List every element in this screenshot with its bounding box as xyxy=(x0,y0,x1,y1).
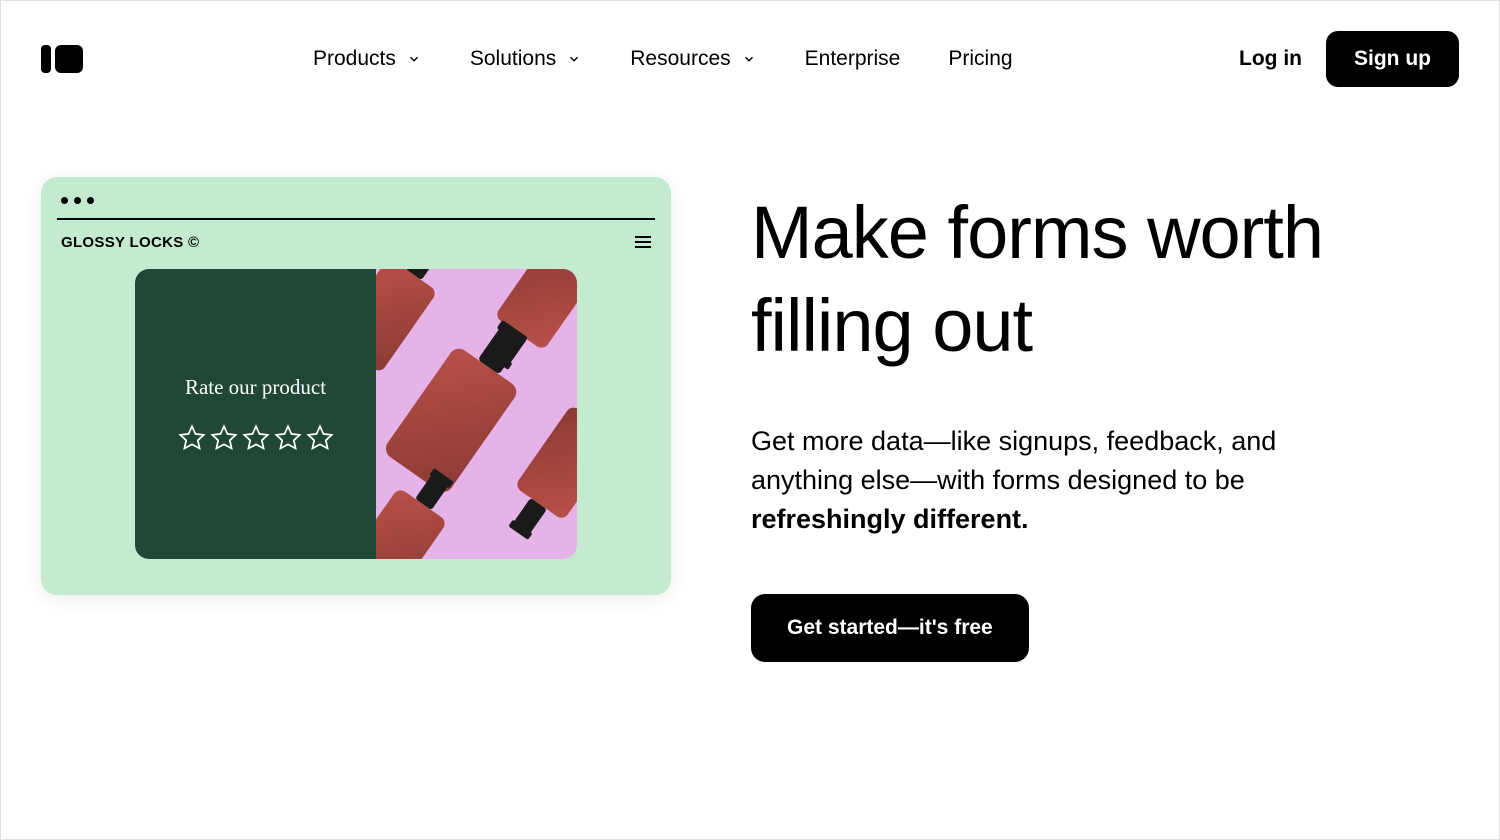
hero-subtitle-bold: refreshingly different. xyxy=(751,504,1029,534)
mockup-card: Rate our product xyxy=(135,269,577,559)
logo-square-icon xyxy=(55,45,83,73)
mockup-header: GLOSSY LOCKS © xyxy=(57,234,655,269)
nav-enterprise-label: Enterprise xyxy=(805,47,901,71)
divider xyxy=(57,218,655,220)
nav-pricing[interactable]: Pricing xyxy=(948,47,1012,71)
star-icon xyxy=(210,424,238,452)
hero-section: GLOSSY LOCKS © Rate our product xyxy=(1,117,1499,722)
logo-bar-icon xyxy=(41,45,51,73)
form-mockup: GLOSSY LOCKS © Rate our product xyxy=(41,177,671,595)
logo[interactable] xyxy=(41,45,83,73)
star-icon xyxy=(178,424,206,452)
star-icon xyxy=(274,424,302,452)
nav-resources-label: Resources xyxy=(630,47,730,71)
mockup-product-image xyxy=(376,269,577,559)
chevron-down-icon xyxy=(406,51,422,67)
star-icon xyxy=(242,424,270,452)
nav-resources[interactable]: Resources xyxy=(630,47,756,71)
auth-section: Log in Sign up xyxy=(1239,31,1459,87)
mockup-card-left: Rate our product xyxy=(135,269,376,559)
chevron-down-icon xyxy=(741,51,757,67)
header: Products Solutions Resources Enterprise … xyxy=(1,1,1499,117)
chevron-down-icon xyxy=(566,51,582,67)
nav-products-label: Products xyxy=(313,47,396,71)
star-rating xyxy=(178,424,334,452)
nav-products[interactable]: Products xyxy=(313,47,422,71)
nav-solutions-label: Solutions xyxy=(470,47,556,71)
signup-button[interactable]: Sign up xyxy=(1326,31,1459,87)
nav-solutions[interactable]: Solutions xyxy=(470,47,582,71)
login-link[interactable]: Log in xyxy=(1239,47,1302,71)
nav-enterprise[interactable]: Enterprise xyxy=(805,47,901,71)
mockup-brand-label: GLOSSY LOCKS © xyxy=(61,234,199,251)
cta-button[interactable]: Get started—it's free xyxy=(751,594,1029,662)
hero-title: Make forms worth filling out xyxy=(751,187,1459,372)
hero-subtitle: Get more data—like signups, feedback, an… xyxy=(751,422,1321,539)
nav-pricing-label: Pricing xyxy=(948,47,1012,71)
star-icon xyxy=(306,424,334,452)
hero-content: Make forms worth filling out Get more da… xyxy=(751,177,1459,662)
hamburger-icon xyxy=(635,236,651,248)
hero-mockup-container: GLOSSY LOCKS © Rate our product xyxy=(41,177,671,595)
window-dots-icon xyxy=(57,193,655,218)
hero-subtitle-pre: Get more data—like signups, feedback, an… xyxy=(751,426,1276,495)
rate-label: Rate our product xyxy=(185,375,326,400)
main-nav: Products Solutions Resources Enterprise … xyxy=(313,47,1189,71)
